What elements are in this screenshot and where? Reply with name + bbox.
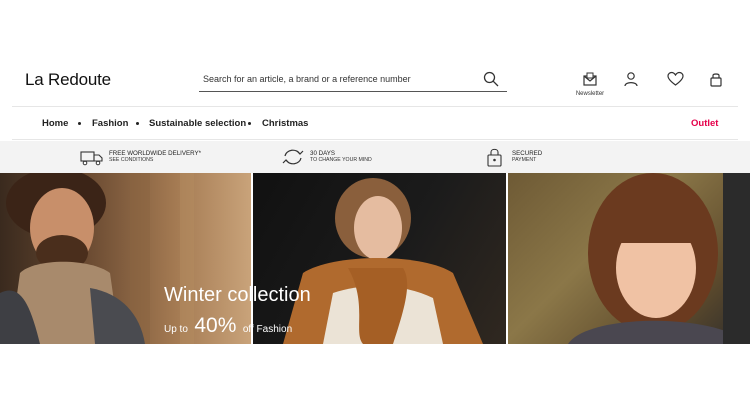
hero-promo-prefix: Up to <box>164 324 188 335</box>
newsletter-label[interactable]: Newsletter <box>570 91 610 97</box>
girl-photo-illustration <box>568 173 750 344</box>
padlock-icon <box>487 148 502 167</box>
nav-item-outlet[interactable]: Outlet <box>691 118 718 129</box>
hero-headline: Winter collection <box>164 284 311 306</box>
reassurance-title: 30 DAYS <box>310 150 335 157</box>
reassurance-subtitle: TO CHANGE YOUR MIND <box>310 157 372 163</box>
logo[interactable]: La Redoute <box>25 70 111 90</box>
search-input[interactable]: Search for an article, a brand or a refe… <box>203 74 411 84</box>
reassurance-subtitle: PAYMENT <box>512 157 537 163</box>
nav-item-home[interactable]: Home <box>42 118 68 129</box>
header: La Redoute Search for an article, a bran… <box>0 58 750 106</box>
main-navigation: Home Fashion Sustainable selection Chris… <box>12 106 738 140</box>
account-button[interactable] <box>620 68 642 90</box>
heart-icon <box>666 71 684 86</box>
hero-banner[interactable]: Winter collection Up to 40% off Fashion <box>0 173 750 344</box>
wishlist-button[interactable] <box>664 68 686 90</box>
search-icon[interactable] <box>483 71 499 87</box>
user-icon <box>624 72 638 87</box>
search-field[interactable]: Search for an article, a brand or a refe… <box>199 68 507 92</box>
reassurance-title: FREE WORLDWIDE DELIVERY* <box>109 150 202 157</box>
reassurance-subtitle: SEE CONDITIONS <box>109 157 154 163</box>
nav-separator <box>248 122 251 125</box>
truck-icon <box>80 151 103 166</box>
nav-item-fashion[interactable]: Fashion <box>92 118 128 129</box>
hero-image-girl <box>508 173 750 344</box>
newsletter-button[interactable] <box>579 68 601 90</box>
nav-item-christmas[interactable]: Christmas <box>262 118 308 129</box>
nav-separator <box>136 122 139 125</box>
envelope-icon <box>583 72 597 86</box>
hero-promo-suffix: off Fashion <box>242 324 293 335</box>
basket-button[interactable] <box>705 68 727 90</box>
lock-bag-icon <box>710 73 722 87</box>
nav-item-sustainable-selection[interactable]: Sustainable selection <box>149 118 246 129</box>
hero-promo: Up to 40% off Fashion <box>164 314 292 338</box>
nav-separator <box>78 122 81 125</box>
return-arrows-icon <box>282 149 304 165</box>
hero-promo-percent: 40% <box>194 314 237 337</box>
reassurance-bar: FREE WORLDWIDE DELIVERY* SEE CONDITIONS … <box>0 141 750 173</box>
reassurance-title: SECURED <box>512 150 543 157</box>
